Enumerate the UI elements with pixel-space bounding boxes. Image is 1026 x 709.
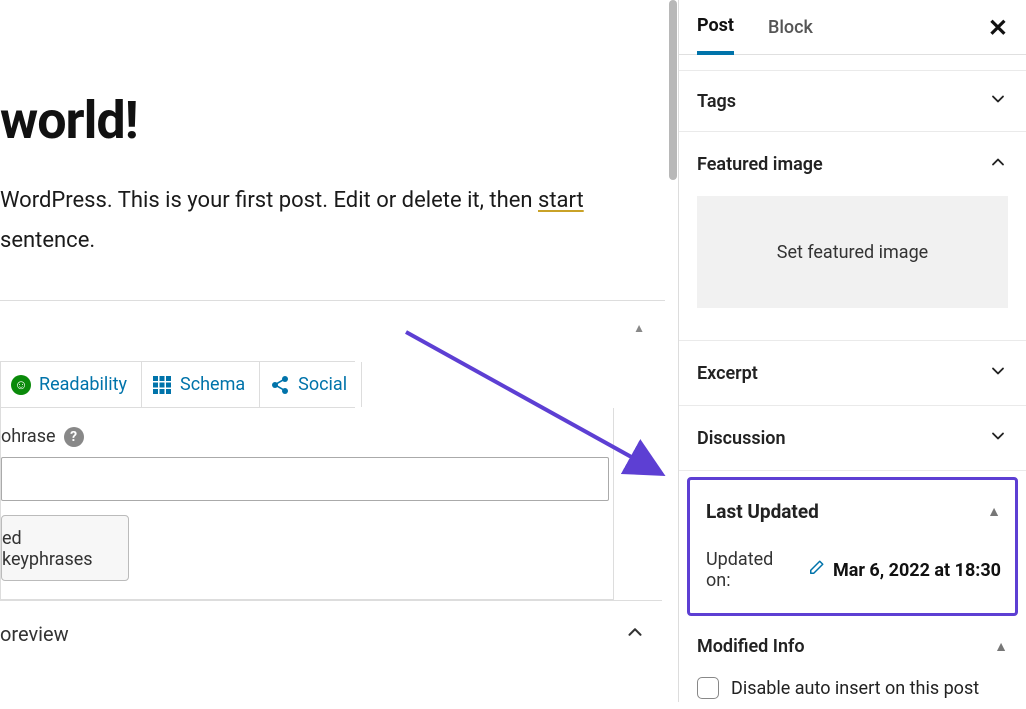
yoast-panel: ▲ ☺ Readability Schema Social ohrase bbox=[0, 300, 665, 661]
panel-tags[interactable]: Tags bbox=[679, 71, 1026, 132]
smiley-icon: ☺ bbox=[11, 375, 31, 395]
chevron-down-icon bbox=[624, 621, 646, 647]
body-link-start[interactable]: start bbox=[538, 188, 584, 213]
grid-icon bbox=[152, 375, 172, 395]
panel-last-updated-title: Last Updated bbox=[706, 500, 819, 523]
panel-modified-info-title: Modified Info bbox=[697, 636, 805, 657]
tab-readability-label: Readability bbox=[39, 374, 127, 395]
focus-keyphrase-label: ohrase bbox=[1, 426, 56, 447]
help-icon[interactable]: ? bbox=[64, 427, 84, 447]
focus-keyphrase-section: ohrase ? ed keyphrases bbox=[0, 408, 614, 600]
tab-readability[interactable]: ☺ Readability bbox=[0, 362, 142, 407]
panel-featured-image-header[interactable]: Featured image bbox=[679, 132, 1026, 196]
panel-excerpt-title: Excerpt bbox=[697, 363, 758, 384]
panel-featured-image-title: Featured image bbox=[697, 154, 823, 175]
updated-on-date[interactable]: Mar 6, 2022 at 18:30 bbox=[833, 560, 1001, 581]
updated-on-label: Updated on: bbox=[706, 549, 799, 591]
tab-schema[interactable]: Schema bbox=[142, 362, 260, 407]
caret-up-icon[interactable]: ▲ bbox=[994, 638, 1008, 655]
panel-tags-title: Tags bbox=[697, 91, 736, 112]
chevron-down-icon bbox=[988, 426, 1008, 450]
post-body[interactable]: WordPress. This is your first post. Edit… bbox=[0, 181, 620, 260]
chevron-down-icon bbox=[988, 89, 1008, 113]
yoast-tabs: ☺ Readability Schema Social bbox=[0, 361, 355, 408]
tab-social[interactable]: Social bbox=[260, 362, 362, 407]
post-title[interactable]: world! bbox=[0, 90, 678, 151]
tab-post[interactable]: Post bbox=[697, 1, 734, 55]
share-icon bbox=[270, 375, 290, 395]
disable-auto-insert-checkbox[interactable] bbox=[697, 677, 719, 699]
scrollbar[interactable] bbox=[669, 0, 677, 180]
related-keyphrases-button[interactable]: ed keyphrases bbox=[1, 515, 129, 581]
disable-auto-insert-label: Disable auto insert on this post bbox=[731, 678, 979, 699]
tab-social-label: Social bbox=[298, 374, 347, 395]
panel-discussion-title: Discussion bbox=[697, 428, 786, 449]
preview-section-header[interactable]: oreview bbox=[0, 600, 662, 661]
close-icon[interactable]: ✕ bbox=[988, 14, 1008, 42]
panel-excerpt[interactable]: Excerpt bbox=[679, 341, 1026, 406]
set-featured-image-button[interactable]: Set featured image bbox=[697, 196, 1008, 308]
body-text-2: sentence. bbox=[0, 228, 95, 253]
preview-label: oreview bbox=[0, 622, 69, 646]
set-featured-image-label: Set featured image bbox=[777, 242, 928, 263]
panel-featured-image-body: Set featured image bbox=[679, 196, 1026, 341]
chevron-down-icon bbox=[988, 361, 1008, 385]
pencil-icon[interactable] bbox=[807, 559, 825, 582]
panel-modified-info: Modified Info ▲ Disable auto insert on t… bbox=[679, 616, 1026, 709]
caret-up-icon[interactable]: ▲ bbox=[633, 321, 645, 335]
panel-last-updated: Last Updated ▲ Updated on: Mar 6, 2022 a… bbox=[687, 477, 1018, 616]
chevron-up-icon bbox=[988, 152, 1008, 176]
body-text-1: WordPress. This is your first post. Edit… bbox=[0, 188, 538, 213]
caret-up-icon[interactable]: ▲ bbox=[987, 503, 1001, 520]
tab-block[interactable]: Block bbox=[768, 0, 813, 54]
focus-keyphrase-input[interactable] bbox=[1, 457, 609, 501]
panel-discussion[interactable]: Discussion bbox=[679, 406, 1026, 471]
sidebar-tabs: Post Block ✕ bbox=[679, 0, 1026, 55]
tab-schema-label: Schema bbox=[180, 374, 245, 395]
